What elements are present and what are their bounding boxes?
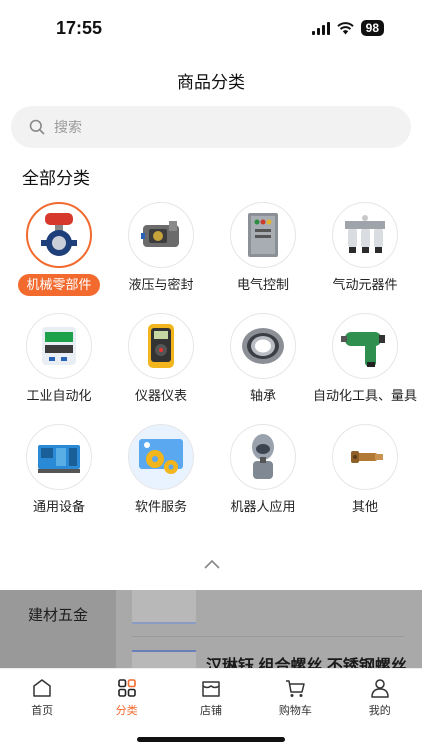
category-grid: 机械零部件 液压与密封 电气控制 气动元器件 工业自动化 仪器仪表 轴承 自动化… <box>8 202 417 518</box>
tab-label: 分类 <box>115 705 138 717</box>
product-title[interactable]: 汉琳钰 组合螺丝 不锈钢螺丝 <box>206 652 407 668</box>
hydraulic-pump-icon <box>141 221 179 247</box>
battery-icon: 98 <box>360 20 384 36</box>
category-label: 气动元器件 <box>332 277 398 292</box>
multimeter-icon <box>148 324 174 368</box>
side-category-panel: 建材五金 <box>0 590 116 668</box>
tab-home[interactable]: 首页 <box>0 669 84 750</box>
tab-profile[interactable]: 我的 <box>338 669 422 750</box>
category-item[interactable]: 仪器仪表 <box>110 313 212 407</box>
robot-icon <box>252 434 274 479</box>
page-title: 商品分类 <box>177 73 245 92</box>
category-label: 软件服务 <box>134 499 187 514</box>
category-item[interactable]: 机械零部件 <box>8 202 110 296</box>
dimmed-background[interactable]: 建材五金 汉琳钰 组合螺丝 不锈钢螺丝 <box>0 590 422 668</box>
category-label: 机器人应用 <box>230 499 296 514</box>
section-title: 全部分类 <box>22 169 90 188</box>
category-item[interactable]: 工业自动化 <box>8 313 110 407</box>
category-label: 工业自动化 <box>26 388 92 403</box>
status-icons: 98 <box>311 20 384 36</box>
valve-icon <box>41 213 77 256</box>
search-icon <box>29 119 45 135</box>
tab-label: 首页 <box>31 705 54 717</box>
tab-label: 店铺 <box>199 705 222 717</box>
control-cabinet-icon <box>248 213 278 257</box>
category-item[interactable]: 自动化工具、量具 <box>313 313 417 407</box>
store-icon <box>202 681 220 697</box>
category-label: 通用设备 <box>32 499 85 514</box>
status-bar: 17:55 98 <box>0 0 422 56</box>
category-item[interactable]: 液压与密封 <box>110 202 212 296</box>
category-item[interactable]: 通用设备 <box>8 424 110 518</box>
bearing-icon <box>242 328 284 364</box>
category-grid-icon <box>117 679 136 697</box>
product-thumbnail <box>132 590 196 624</box>
home-icon <box>33 679 51 697</box>
gears-icon <box>139 439 183 474</box>
category-item[interactable]: 机器人应用 <box>212 424 314 518</box>
category-label: 机械零部件 <box>18 274 100 296</box>
signal-icon <box>311 21 330 35</box>
wifi-icon <box>336 21 354 34</box>
user-icon <box>371 679 389 698</box>
search-input[interactable] <box>54 119 374 135</box>
category-label: 自动化工具、量具 <box>313 388 418 403</box>
category-item[interactable]: 其他 <box>314 424 416 518</box>
divider <box>132 636 404 637</box>
chevron-up-icon[interactable] <box>203 558 221 570</box>
category-label: 轴承 <box>249 388 276 403</box>
pressure-display-icon <box>42 327 76 365</box>
category-item[interactable]: 电气控制 <box>212 202 314 296</box>
category-item[interactable]: 轴承 <box>212 313 314 407</box>
category-label: 仪器仪表 <box>134 388 187 403</box>
search-bar[interactable] <box>11 106 411 148</box>
category-label: 液压与密封 <box>128 277 194 292</box>
category-label: 其他 <box>351 499 378 514</box>
impact-wrench-icon <box>341 332 385 367</box>
category-item[interactable]: 气动元器件 <box>314 202 416 296</box>
status-time: 17:55 <box>56 18 103 38</box>
product-thumbnail <box>132 650 196 668</box>
generator-icon <box>38 445 80 473</box>
cart-icon <box>286 680 306 697</box>
air-filter-icon <box>345 215 385 253</box>
tab-label: 我的 <box>368 705 391 717</box>
tab-label: 购物车 <box>278 705 312 717</box>
home-indicator <box>137 737 285 742</box>
fitting-icon <box>351 451 383 463</box>
category-label: 电气控制 <box>236 277 289 292</box>
category-item[interactable]: 软件服务 <box>110 424 212 518</box>
tab-bar: 首页 分类 店铺 购物车 我的 <box>0 668 422 750</box>
side-category-item[interactable]: 建材五金 <box>28 604 88 625</box>
